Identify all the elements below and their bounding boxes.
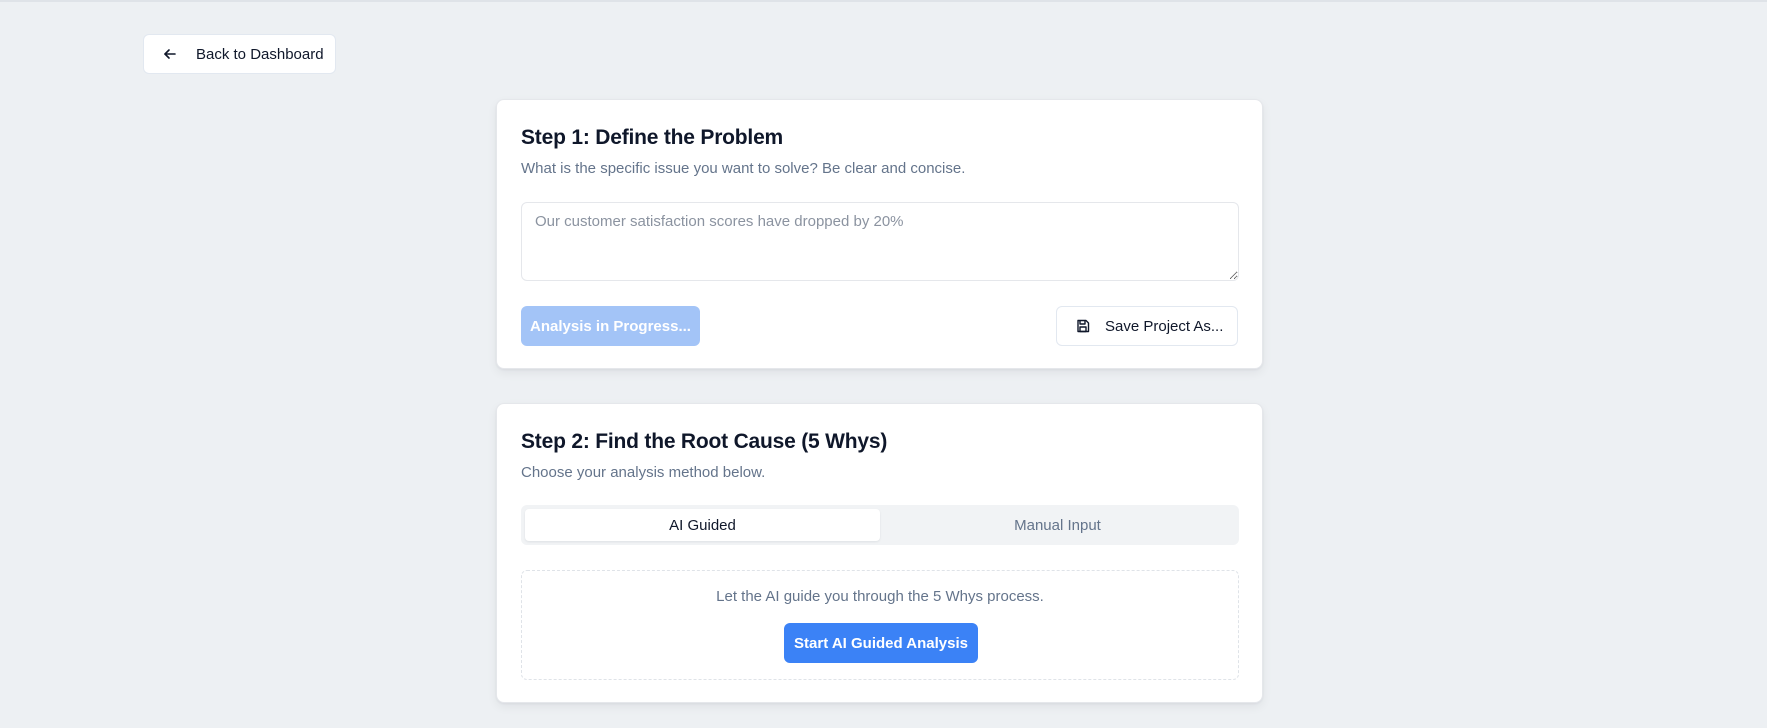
top-border <box>0 0 1767 2</box>
step1-card: Step 1: Define the Problem What is the s… <box>496 99 1263 369</box>
step2-subtitle: Choose your analysis method below. <box>521 464 766 481</box>
tab-ai-guided[interactable]: AI Guided <box>525 509 880 541</box>
ai-guided-description: Let the AI guide you through the 5 Whys … <box>716 588 1044 605</box>
step1-title: Step 1: Define the Problem <box>521 126 784 149</box>
start-ai-guided-analysis-button[interactable]: Start AI Guided Analysis <box>784 623 978 663</box>
save-icon <box>1077 319 1090 333</box>
step2-card: Step 2: Find the Root Cause (5 Whys) Cho… <box>496 403 1263 703</box>
ai-guided-panel: Let the AI guide you through the 5 Whys … <box>521 570 1239 680</box>
step2-title: Step 2: Find the Root Cause (5 Whys) <box>521 430 888 453</box>
problem-input[interactable] <box>521 202 1239 281</box>
analysis-in-progress-button[interactable]: Analysis in Progress... <box>521 306 700 346</box>
save-project-as-button[interactable]: Save Project As... <box>1056 306 1238 346</box>
back-to-dashboard-button[interactable]: Back to Dashboard <box>143 34 336 74</box>
save-button-label: Save Project As... <box>1105 317 1224 335</box>
arrow-left-icon <box>164 49 176 59</box>
back-button-label: Back to Dashboard <box>196 45 324 63</box>
tab-manual-input[interactable]: Manual Input <box>880 509 1235 541</box>
step1-subtitle: What is the specific issue you want to s… <box>521 160 966 177</box>
analysis-method-tabs: AI Guided Manual Input <box>521 505 1239 545</box>
